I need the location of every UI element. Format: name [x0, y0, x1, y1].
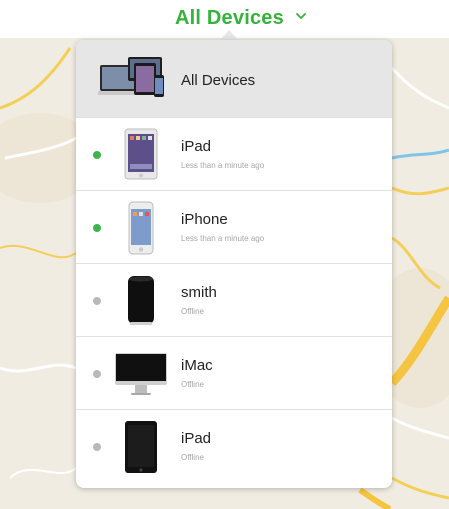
device-name: iPad: [181, 430, 212, 447]
device-name: smith: [181, 284, 217, 301]
ipad-black-icon: [125, 421, 157, 473]
device-row-ipad-offline[interactable]: iPad Offline: [76, 410, 392, 483]
device-status: Less than a minute ago: [181, 234, 265, 243]
device-name: iPad: [181, 138, 212, 155]
device-row-iphone[interactable]: iPhone Less than a minute ago: [76, 191, 392, 264]
offline-status-dot: [93, 370, 101, 378]
imac-icon: [115, 353, 167, 395]
offline-status-dot: [93, 297, 101, 305]
offline-status-dot: [93, 443, 101, 451]
device-status: Less than a minute ago: [181, 161, 265, 170]
device-row-imac[interactable]: iMac Offline: [76, 337, 392, 410]
device-status: Offline: [181, 453, 204, 462]
device-name: iMac: [181, 357, 213, 374]
chevron-down-icon[interactable]: [296, 12, 306, 20]
device-name: iPhone: [181, 211, 228, 228]
online-status-dot: [93, 151, 101, 159]
ipad-icon: [124, 128, 158, 180]
device-row-ipad[interactable]: iPad Less than a minute ago: [76, 118, 392, 191]
online-status-dot: [93, 224, 101, 232]
device-name: All Devices: [181, 72, 256, 89]
all-devices-icon: [98, 57, 164, 97]
device-status: Offline: [181, 307, 204, 316]
device-selector-title[interactable]: All Devices: [175, 7, 284, 30]
iphone-icon: [128, 201, 154, 255]
device-row-smith[interactable]: smith Offline: [76, 264, 392, 337]
device-status: Offline: [181, 380, 204, 389]
device-dropdown: All Devices iPad Less than a minute ago: [76, 40, 392, 488]
device-row-all-devices[interactable]: All Devices: [76, 40, 392, 118]
mac-pro-icon: [128, 276, 154, 325]
